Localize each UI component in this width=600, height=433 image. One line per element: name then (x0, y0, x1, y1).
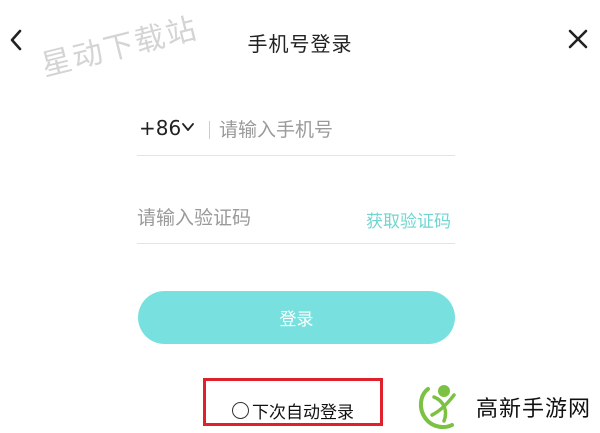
watermark: 星动下载站 (37, 11, 202, 84)
radio-circle-icon[interactable] (232, 402, 249, 419)
login-button[interactable]: 登录 (138, 291, 455, 344)
auto-login-label: 下次自动登录 (252, 403, 354, 423)
phone-input[interactable] (219, 116, 449, 144)
logo-text: 高新手游网 (476, 397, 592, 422)
verification-code-input[interactable] (137, 204, 337, 232)
country-code-selector[interactable]: +86 (139, 116, 181, 140)
phone-row: +86 (137, 116, 455, 156)
site-logo: 高新手游网 (400, 381, 600, 433)
auto-login-checkbox[interactable]: 下次自动登录 (232, 398, 354, 423)
close-icon[interactable] (566, 27, 590, 51)
get-code-button[interactable]: 获取验证码 (366, 207, 451, 232)
chevron-down-icon[interactable] (181, 120, 195, 134)
logo-icon (419, 385, 456, 429)
verification-code-row: 获取验证码 (137, 204, 455, 244)
divider (209, 121, 210, 139)
